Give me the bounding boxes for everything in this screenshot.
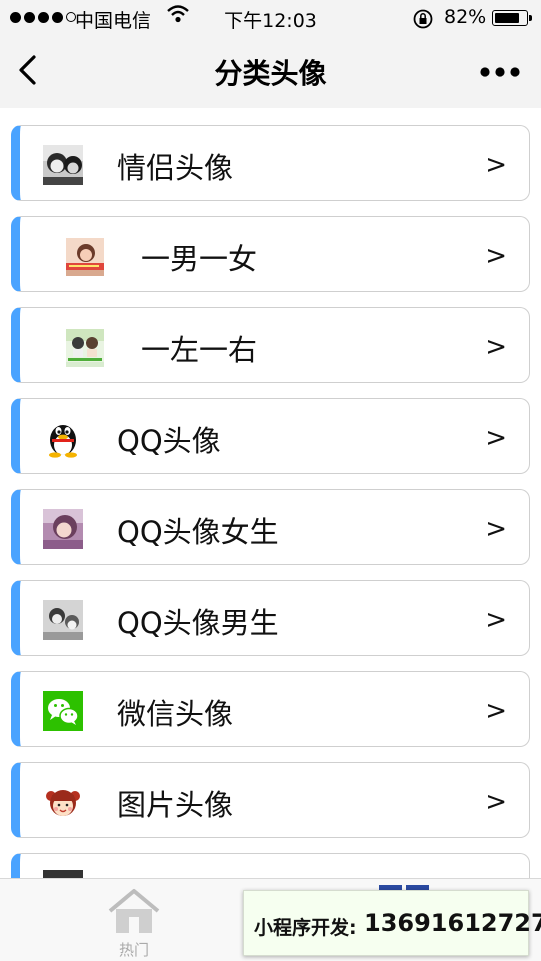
list-item-label: QQ头像女生 [117, 515, 279, 549]
banner-phone: 13691612727 [364, 909, 541, 937]
list-item-label: 图片头像 [117, 788, 234, 822]
qq-boy-thumb [43, 600, 83, 640]
list-item-wechat[interactable]: 微信头像 > [11, 671, 530, 747]
status-bar: 中国电信 下午12:03 82% [0, 0, 541, 36]
chevron-right-icon: > [485, 423, 507, 453]
chevron-right-icon: > [485, 696, 507, 726]
battery-fill [495, 13, 519, 23]
home-icon [108, 889, 160, 933]
list-item-label: QQ头像男生 [117, 606, 279, 640]
list-item-picture[interactable]: 图片头像 > [11, 762, 530, 838]
chevron-right-icon: > [485, 332, 507, 362]
qq-girl-thumb [43, 509, 83, 549]
list-item-qq-girl[interactable]: QQ头像女生 > [11, 489, 530, 565]
cartoon-girl-icon [46, 790, 80, 816]
list-item-left-right[interactable]: 一左一右 > [11, 307, 530, 383]
battery-percent: 82% [444, 6, 487, 28]
wechat-icon [43, 691, 83, 731]
list-item-label: 情侣头像 [117, 151, 234, 185]
list-item-label: 一左一右 [141, 333, 258, 367]
more-dots-icon[interactable] [478, 62, 522, 82]
list-item-qq[interactable]: QQ头像 > [11, 398, 530, 474]
tab-hot[interactable]: 热门 [104, 887, 164, 959]
list-item-qq-boy[interactable]: QQ头像男生 > [11, 580, 530, 656]
couple-avatar-thumb [43, 145, 83, 185]
tab-hot-label: 热门 [118, 941, 149, 959]
page-title: 分类头像 [214, 57, 327, 90]
partial-thumb [43, 870, 83, 878]
rotation-lock-icon [412, 8, 434, 35]
qq-penguin-icon [49, 425, 77, 458]
chevron-right-icon: > [485, 150, 507, 180]
navigation-bar: 分类头像 [0, 36, 541, 108]
list-item-partial[interactable] [11, 853, 530, 878]
list-item-label: 一男一女 [141, 242, 258, 276]
contact-banner[interactable]: 小程序开发: 13691612727 [243, 890, 541, 956]
chevron-right-icon: > [485, 787, 507, 817]
category-list: 情侣头像 > 一男一女 > 一左一右 > QQ头像 > QQ头像女生 > QQ头… [0, 108, 541, 878]
left-right-thumb [66, 329, 104, 367]
list-item-label: 微信头像 [117, 697, 234, 731]
list-item-label: QQ头像 [117, 424, 221, 458]
battery-icon [492, 10, 532, 26]
banner-label: 小程序开发: [254, 917, 357, 939]
chevron-right-icon: > [485, 605, 507, 635]
chevron-right-icon: > [485, 514, 507, 544]
list-item-boy-girl[interactable]: 一男一女 > [11, 216, 530, 292]
list-item-couple[interactable]: 情侣头像 > [11, 125, 530, 201]
chevron-right-icon: > [485, 241, 507, 271]
boy-girl-thumb [66, 238, 104, 276]
